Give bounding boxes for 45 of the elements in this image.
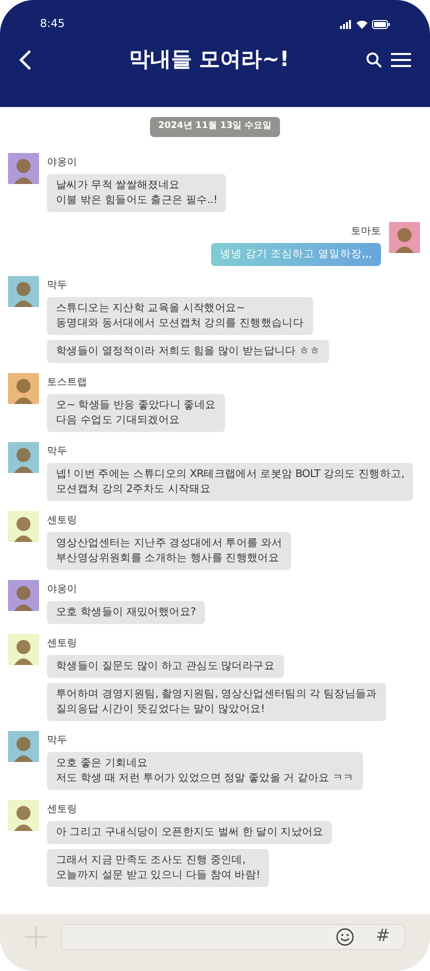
avatar[interactable]	[8, 152, 39, 184]
search-icon[interactable]	[366, 52, 382, 68]
avatar[interactable]	[389, 222, 420, 252]
plus-icon[interactable]	[25, 926, 47, 948]
avatar[interactable]	[8, 634, 39, 664]
message-bubble: 투어하며 경영지원팀, 촬영지원팀, 영상산업센터팀의 각 팀장님들과 질의응답 시간이 뜻깊었다는 말이 많았어요!	[47, 682, 386, 720]
chat-title: 막내들 모여라~!	[128, 46, 290, 73]
avatar[interactable]	[8, 730, 39, 762]
smiley-icon[interactable]	[336, 928, 354, 946]
message-input[interactable]: #	[61, 924, 405, 950]
message-bubble: 오~ 학생들 반응 좋았다니 좋네요 다음 수업도 기대되겠어요	[47, 394, 225, 432]
message-bubble: 그래서 지금 만족도 조사도 진행 중인데, 오늘까지 설문 받고 있으니 다들 참여 바람!	[47, 848, 270, 886]
avatar[interactable]	[8, 800, 39, 830]
message-bubble: 아 그리고 구내식당이 오픈한지도 벌써 한 달이 지났어요	[47, 820, 332, 844]
sender-name: 막두	[47, 734, 67, 746]
status-time: 8:45	[40, 16, 65, 32]
message-bubble: 스튜디오는 지산학 교육을 시작했어요~ 동명대와 동서대에서 모션캡쳐 강의를 진행했습니다	[47, 296, 313, 334]
signal-icon	[340, 20, 352, 28]
message-bubble: 오호 좋은 기회네요 저도 학생 때 저런 투어가 있었으면 정말 좋았을 거 같아요 ㅋㅋ	[47, 752, 363, 790]
sender-name: 야옹이	[47, 584, 77, 596]
message-bubble: 날씨가 무척 쌀쌀해졌네요 이불 밖은 힘들어도 출근은 필수..!	[47, 174, 226, 212]
avatar[interactable]	[8, 580, 39, 610]
message-bubble: 넵! 이번 주에는 스튜디오의 XR테크랩에서 로봇암 BOLT 강의도 진행하고, 모션캡쳐 강의 2주차도 시작돼요	[47, 462, 414, 500]
sender-name: 야옹이	[47, 156, 77, 168]
message-bubble: 넹넹 감기 조심하고 열일하장,,,	[210, 242, 381, 266]
avatar[interactable]	[8, 276, 39, 306]
menu-icon[interactable]	[390, 52, 412, 68]
message-bubble: 학생들이 질문도 많이 하고 관심도 많더라구요	[47, 654, 284, 678]
wifi-icon	[356, 20, 368, 28]
message-bubble: 영상산업센터는 지난주 경성대에서 투어를 와서 부산영상위원회를 소개하는 행사를 진행했어요	[47, 532, 292, 570]
sender-name: 센토링	[47, 514, 77, 526]
sender-name: 센토링	[47, 804, 77, 816]
back-icon[interactable]	[18, 48, 32, 71]
avatar[interactable]	[8, 372, 39, 404]
message-bubble: 오호 학생들이 재밌어했어요?	[47, 600, 205, 624]
battery-icon	[372, 20, 390, 28]
avatar[interactable]	[8, 442, 39, 472]
sender-name: 토스트랩	[47, 376, 87, 388]
message-bubble: 학생들이 열정적이라 저희도 힘을 많이 받는답니다 ㅎㅎ	[47, 340, 330, 362]
sender-name: 막두	[47, 280, 67, 292]
sender-name: 막두	[47, 446, 67, 458]
sender-name: 센토링	[47, 638, 77, 650]
sender-name: 토마토	[351, 226, 381, 238]
avatar[interactable]	[8, 510, 39, 542]
hashtag-button[interactable]: #	[376, 924, 390, 950]
